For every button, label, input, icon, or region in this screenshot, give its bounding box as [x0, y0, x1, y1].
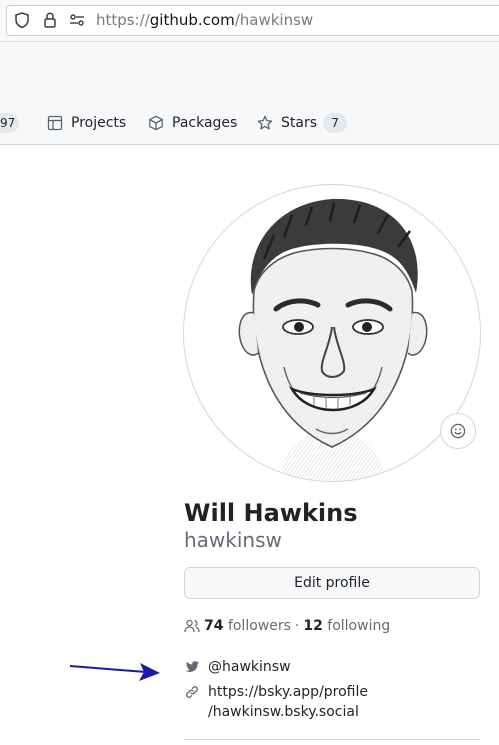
- twitter-row: @hawkinsw: [184, 657, 291, 677]
- website-row: https://bsky.app/profile /hawkinsw.bsky.…: [184, 682, 368, 722]
- followers-label: followers: [227, 618, 291, 634]
- lock-icon[interactable]: [41, 11, 59, 29]
- avatar-sketch-image: [238, 198, 428, 481]
- url-scheme: https://: [96, 11, 150, 29]
- website-line-1: https://bsky.app/profile: [208, 684, 369, 700]
- tab-packages-label: Packages: [172, 115, 238, 131]
- shield-icon[interactable]: [13, 11, 31, 29]
- people-icon: [184, 619, 200, 633]
- url-host: github.com: [149, 11, 235, 29]
- twitter-icon: [185, 661, 199, 672]
- followers-link[interactable]: 74 followers: [204, 618, 291, 634]
- tab-stars-counter: 7: [323, 113, 348, 133]
- url-text[interactable]: https://github.com/hawkinsw: [96, 10, 313, 30]
- profile-tabs: 97 Projects Packages Stars 7: [0, 102, 499, 145]
- website-line-2: /hawkinsw.bsky.social: [208, 704, 359, 720]
- github-header: [0, 42, 499, 102]
- website-link[interactable]: https://bsky.app/profile /hawkinsw.bsky.…: [208, 682, 368, 722]
- permissions-icon[interactable]: [68, 11, 86, 29]
- section-divider: [184, 739, 480, 740]
- profile-full-name: Will Hawkins: [184, 499, 358, 527]
- tab-packages[interactable]: Packages: [148, 102, 237, 144]
- edit-profile-button[interactable]: Edit profile: [184, 567, 480, 599]
- annotation-arrow-icon: [69, 663, 160, 681]
- link-icon: [186, 686, 198, 698]
- follow-stats: 74 followers · 12 following: [184, 616, 390, 636]
- stats-separator: ·: [294, 618, 300, 634]
- avatar[interactable]: [183, 184, 481, 482]
- url-path: /hawkinsw: [234, 11, 314, 29]
- twitter-handle-link[interactable]: @hawkinsw: [208, 657, 291, 677]
- set-status-button[interactable]: [440, 413, 476, 449]
- browser-url-bar: https://github.com/hawkinsw: [0, 0, 499, 42]
- smiley-icon: [450, 423, 466, 439]
- profile-username: hawkinsw: [184, 528, 282, 552]
- tab-stars-label: Stars: [281, 115, 318, 131]
- package-icon: [149, 115, 163, 131]
- tab-projects[interactable]: Projects: [47, 102, 126, 144]
- following-label: following: [327, 618, 391, 634]
- table-icon: [47, 115, 63, 131]
- avatar-container: [183, 184, 481, 482]
- tab-projects-label: Projects: [71, 115, 127, 131]
- followers-count: 74: [204, 618, 224, 634]
- following-count: 12: [303, 618, 323, 634]
- tab-repositories-counter[interactable]: 97: [0, 113, 20, 133]
- star-icon: [257, 115, 273, 130]
- following-link[interactable]: 12 following: [303, 618, 390, 634]
- tab-stars[interactable]: Stars 7: [257, 102, 348, 144]
